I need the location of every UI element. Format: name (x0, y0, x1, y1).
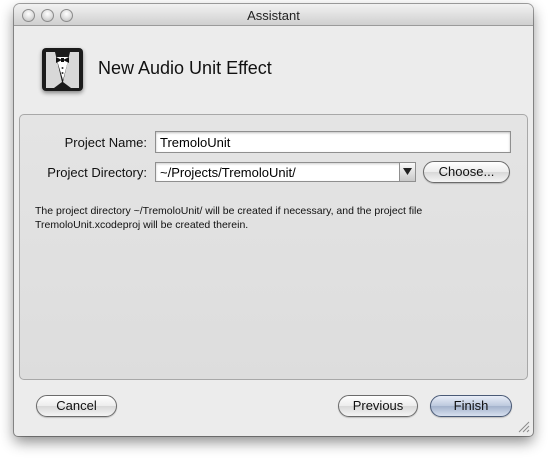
project-directory-label: Project Directory: (47, 165, 147, 180)
info-note-line-1: The project directory ~/TremoloUnit/ wil… (35, 205, 423, 217)
info-note-line-2: TremoloUnit.xcodeproj will be created th… (35, 219, 249, 231)
project-name-value: TremoloUnit (160, 135, 231, 150)
window-title: Assistant (247, 8, 300, 23)
project-name-field[interactable]: TremoloUnit (155, 131, 511, 153)
info-note: The project directory ~/TremoloUnit/ wil… (35, 204, 515, 232)
chevron-down-icon (403, 168, 412, 175)
directory-dropdown-button[interactable] (399, 163, 415, 181)
project-directory-combo[interactable]: ~/Projects/TremoloUnit/ (155, 162, 416, 182)
page-title: New Audio Unit Effect (98, 58, 272, 78)
project-directory-value: ~/Projects/TremoloUnit/ (160, 165, 296, 180)
assistant-window: Assistant New Audio Unit Effect Project … (14, 4, 533, 436)
title-bar[interactable]: Assistant (14, 4, 533, 26)
resize-grip-icon[interactable] (518, 421, 530, 433)
choose-button[interactable]: Choose... (423, 161, 510, 183)
project-name-label: Project Name: (64, 135, 147, 150)
options-panel (19, 114, 528, 380)
cancel-button[interactable]: Cancel (36, 395, 117, 417)
tuxedo-icon (42, 48, 83, 91)
finish-button[interactable]: Finish (430, 395, 512, 417)
previous-button[interactable]: Previous (338, 395, 418, 417)
